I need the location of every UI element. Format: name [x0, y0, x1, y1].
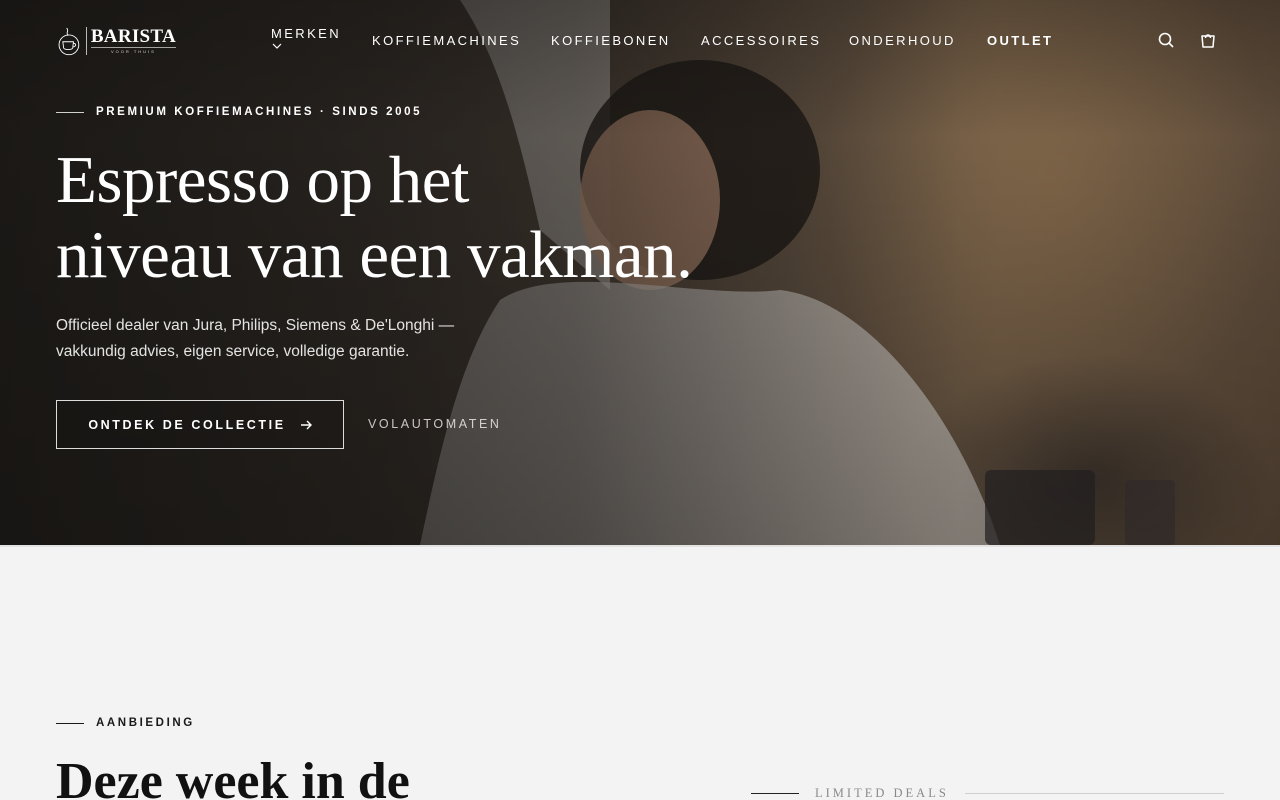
brand-tagline: VOOR THUIS — [90, 47, 176, 55]
coffee-cup-icon — [58, 27, 80, 56]
limited-deals-text: LIMITED DEALS — [815, 786, 949, 800]
brand-name: BARISTA — [90, 26, 176, 47]
brand-logo[interactable]: BARISTA VOOR THUIS — [56, 22, 176, 60]
arrow-right-icon — [300, 420, 312, 429]
nav-item-label: MERKEN — [271, 26, 342, 41]
discover-collection-button[interactable]: ONTDEK DE COLLECTIE — [56, 400, 344, 449]
brand-wordmark: BARISTA VOOR THUIS — [85, 26, 176, 55]
hero-title-line-1: Espresso op het — [56, 143, 470, 217]
limited-rule-left — [751, 793, 799, 794]
search-button[interactable] — [1157, 31, 1175, 49]
nav-item-koffiemachines[interactable]: KOFFIEMACHINES — [372, 33, 521, 48]
eyebrow-rule — [56, 722, 84, 724]
nav-item-koffiebonen[interactable]: KOFFIEBONEN — [551, 33, 671, 48]
hero-eyebrow-text: PREMIUM KOFFIEMACHINES · SINDS 2005 — [96, 106, 423, 118]
hero-subtitle-line-1: Officieel dealer van Jura, Philips, Siem… — [56, 317, 455, 334]
volautomaten-link[interactable]: VOLAUTOMATEN — [368, 417, 502, 431]
nav-item-accessoires[interactable]: ACCESSOIRES — [701, 33, 821, 48]
search-icon — [1158, 32, 1174, 48]
limited-rule-right — [964, 793, 1224, 794]
nav-item-onderhoud[interactable]: ONDERHOUD — [849, 33, 956, 48]
chevron-down-icon — [272, 43, 282, 49]
nav-item-outlet[interactable]: OUTLET — [987, 33, 1053, 48]
deals-eyebrow-text: AANBIEDING — [96, 717, 195, 729]
cta-primary-label: ONTDEK DE COLLECTIE — [88, 417, 286, 432]
eyebrow-rule — [56, 111, 84, 113]
deals-eyebrow: AANBIEDING — [56, 717, 195, 729]
hero-eyebrow: PREMIUM KOFFIEMACHINES · SINDS 2005 — [56, 106, 422, 118]
cart-button[interactable] — [1199, 31, 1217, 49]
hero-title: Espresso op het niveau van een vakman. — [56, 143, 776, 293]
hero-subtitle: Officieel dealer van Jura, Philips, Siem… — [56, 313, 526, 365]
nav-item-merken[interactable]: MERKEN — [271, 26, 341, 49]
cart-icon — [1201, 34, 1215, 48]
deals-title: Deze week in de — [56, 753, 410, 800]
hero-title-line-2: niveau van een vakman. — [56, 218, 693, 292]
hero-divider — [0, 545, 1280, 547]
limited-deals-label: LIMITED DEALS — [751, 786, 1224, 800]
hero-subtitle-line-2: vakkundig advies, eigen service, volledi… — [56, 343, 410, 360]
